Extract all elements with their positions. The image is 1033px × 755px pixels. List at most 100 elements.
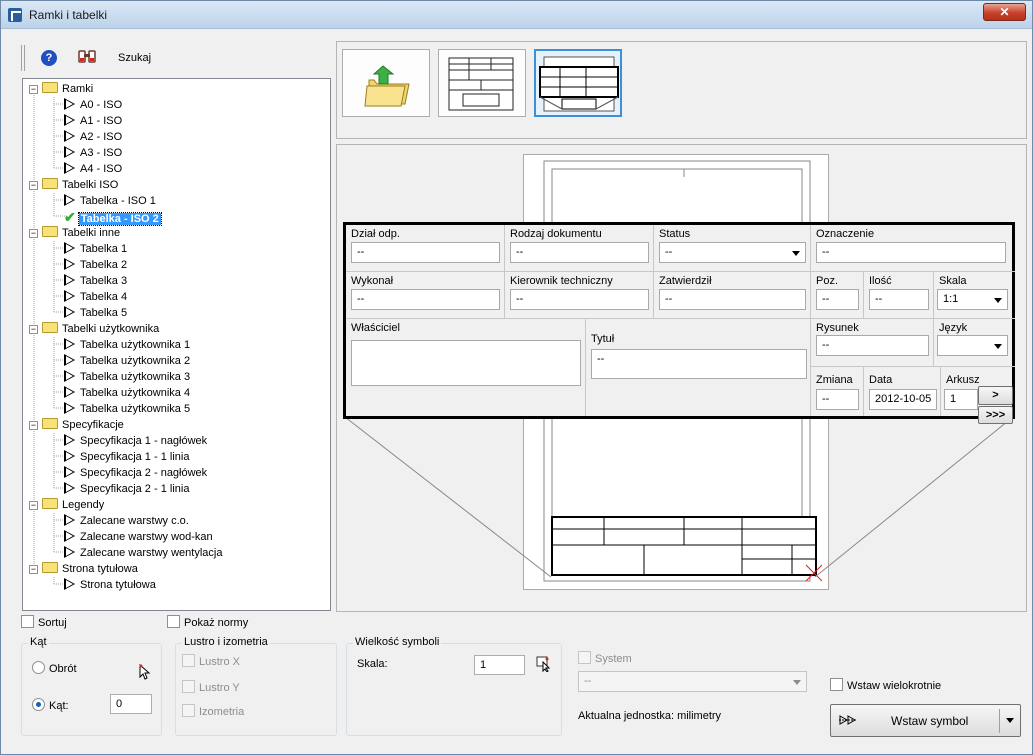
collapse-icon[interactable]: − <box>29 181 38 190</box>
rysunek-input[interactable]: -- <box>816 335 929 356</box>
symbol-arrow-icon <box>64 402 75 414</box>
tree-item[interactable]: A4 - ISO <box>64 161 122 177</box>
pointer-icon[interactable] <box>139 663 151 683</box>
sort-checkbox[interactable]: Sortuj <box>21 615 67 629</box>
tree-item[interactable]: Zalecane warstwy c.o. <box>64 513 189 529</box>
binoculars-icon[interactable] <box>78 49 96 68</box>
tree-item[interactable]: Specyfikacja 1 - 1 linia <box>64 449 189 465</box>
skala-select[interactable]: 1:1 <box>937 289 1008 310</box>
jezyk-select[interactable] <box>937 335 1008 356</box>
collapse-icon[interactable]: − <box>29 325 38 334</box>
insert-multiple-checkbox[interactable]: Wstaw wielokrotnie <box>830 678 941 692</box>
tree-group-specyfikacje[interactable]: − Specyfikacje <box>29 417 124 433</box>
symbol-arrow-icon <box>64 434 75 446</box>
tree-item[interactable]: A2 - ISO <box>64 129 122 145</box>
next-sheet-button[interactable]: > <box>978 386 1013 405</box>
window-title: Ramki i tabelki <box>29 8 108 22</box>
kierownik-input[interactable]: -- <box>510 289 649 310</box>
more-button[interactable]: >>> <box>978 406 1013 424</box>
cell-zmiana: Zmiana -- <box>811 367 864 416</box>
rotation-radio[interactable]: Obrót <box>32 661 77 675</box>
tree-item[interactable]: Tabelka użytkownika 4 <box>64 385 190 401</box>
open-folder-button[interactable] <box>342 49 430 117</box>
table-view-button[interactable] <box>534 49 622 117</box>
cell-poz: Poz. -- <box>811 272 864 319</box>
symbol-tree[interactable]: − Ramki A0 - ISO A1 - ISO A2 - ISO A3 - I… <box>22 78 331 611</box>
collapse-icon[interactable]: − <box>29 565 38 574</box>
angle-input[interactable]: 0 <box>110 694 152 714</box>
zmiana-input[interactable]: -- <box>816 389 859 410</box>
search-button[interactable]: Szukaj <box>118 52 151 64</box>
status-select[interactable]: -- <box>659 242 806 263</box>
wlasciciel-label: Właściciel <box>351 322 400 334</box>
zatwierdzil-input[interactable]: -- <box>659 289 806 310</box>
tree-item[interactable]: Tabelka użytkownika 2 <box>64 353 190 369</box>
ilosc-input[interactable]: -- <box>869 289 929 310</box>
chevron-down-icon[interactable] <box>1006 718 1014 723</box>
tree-group-strona-tytulowa[interactable]: − Strona tytułowa <box>29 561 138 577</box>
insert-symbol-label: Wstaw symbol <box>891 714 969 728</box>
cell-dzial: Dział odp. -- <box>346 225 505 272</box>
cell-rysunek: Rysunek -- <box>811 319 934 367</box>
tree-group-tabelki-iso[interactable]: − Tabelki ISO <box>29 177 118 193</box>
collapse-icon[interactable]: − <box>29 421 38 430</box>
tree-item[interactable]: Tabelka użytkownika 3 <box>64 369 190 385</box>
tree-item[interactable]: Tabelka 1 <box>64 241 127 257</box>
collapse-icon[interactable]: − <box>29 85 38 94</box>
system-select[interactable]: -- <box>578 671 807 692</box>
toolbar-grip[interactable] <box>21 45 25 71</box>
collapse-icon[interactable]: − <box>29 229 38 238</box>
tree-item[interactable]: A3 - ISO <box>64 145 122 161</box>
tree-item[interactable]: Tabelka 3 <box>64 273 127 289</box>
tree-item[interactable]: Tabelka 5 <box>64 305 127 321</box>
tree-item[interactable]: A1 - ISO <box>64 113 122 129</box>
poz-input[interactable]: -- <box>816 289 859 310</box>
tree-group-tabelki-inne[interactable]: − Tabelki inne <box>29 225 120 241</box>
tree-item[interactable]: Tabelka - ISO 1 <box>64 193 156 209</box>
tree-item[interactable]: Specyfikacja 2 - 1 linia <box>64 481 189 497</box>
mirror-y-checkbox[interactable]: Lustro Y <box>182 680 240 694</box>
rodzaj-input[interactable]: -- <box>510 242 649 263</box>
tree-item[interactable]: Tabelka użytkownika 1 <box>64 337 190 353</box>
tree-item[interactable]: A0 - ISO <box>64 97 122 113</box>
mirror-x-checkbox[interactable]: Lustro X <box>182 654 240 668</box>
system-checkbox[interactable]: System <box>578 651 632 665</box>
frame-view-button[interactable] <box>438 49 526 117</box>
tree-item[interactable]: Zalecane warstwy wod-kan <box>64 529 213 545</box>
tree-item[interactable]: Tabelka 4 <box>64 289 127 305</box>
tree-group-legendy[interactable]: − Legendy <box>29 497 104 513</box>
wykonal-input[interactable]: -- <box>351 289 500 310</box>
dzial-input[interactable]: -- <box>351 242 500 263</box>
data-input[interactable]: 2012-10-05 <box>869 389 937 410</box>
tree-item[interactable]: Specyfikacja 1 - nagłówek <box>64 433 207 449</box>
collapse-icon[interactable]: − <box>29 501 38 510</box>
tree-item[interactable]: Tabelka użytkownika 5 <box>64 401 190 417</box>
symbol-arrow-icon <box>64 162 75 174</box>
data-label: Data <box>869 374 893 386</box>
help-icon[interactable]: ? <box>41 50 57 66</box>
symbol-arrow-icon <box>64 578 75 590</box>
checkmark-icon: ✔ <box>64 209 76 225</box>
show-norms-checkbox[interactable]: Pokaż normy <box>167 615 248 629</box>
tree-item[interactable]: Zalecane warstwy wentylacja <box>64 545 222 561</box>
pick-scale-icon[interactable] <box>536 656 552 675</box>
insert-symbol-icon <box>839 713 857 730</box>
symbol-arrow-icon <box>64 98 75 110</box>
arkusz-input[interactable]: 1 <box>944 389 978 410</box>
tree-item[interactable]: Strona tytułowa <box>64 577 156 593</box>
tree-item[interactable]: Tabelka 2 <box>64 257 127 273</box>
wlasciciel-input[interactable] <box>351 340 581 386</box>
close-button[interactable]: ✕ <box>983 3 1026 21</box>
symbol-scale-input[interactable]: 1 <box>474 655 525 675</box>
insert-symbol-button[interactable]: Wstaw symbol <box>830 704 1021 737</box>
isometry-checkbox[interactable]: Izometria <box>182 704 244 718</box>
kierownik-label: Kierownik techniczny <box>510 275 613 287</box>
tree-group-tabelki-uzytkownika[interactable]: − Tabelki użytkownika <box>29 321 159 337</box>
title-bar: Ramki i tabelki ✕ <box>1 1 1032 29</box>
angle-radio[interactable]: Kąt: <box>32 698 69 712</box>
tytul-input[interactable]: -- <box>591 349 807 379</box>
tree-group-ramki[interactable]: − Ramki <box>29 81 93 97</box>
tree-item-selected[interactable]: ✔ Tabelka - ISO 2 <box>64 209 162 226</box>
tree-item[interactable]: Specyfikacja 2 - nagłówek <box>64 465 207 481</box>
oznaczenie-input[interactable]: -- <box>816 242 1006 263</box>
